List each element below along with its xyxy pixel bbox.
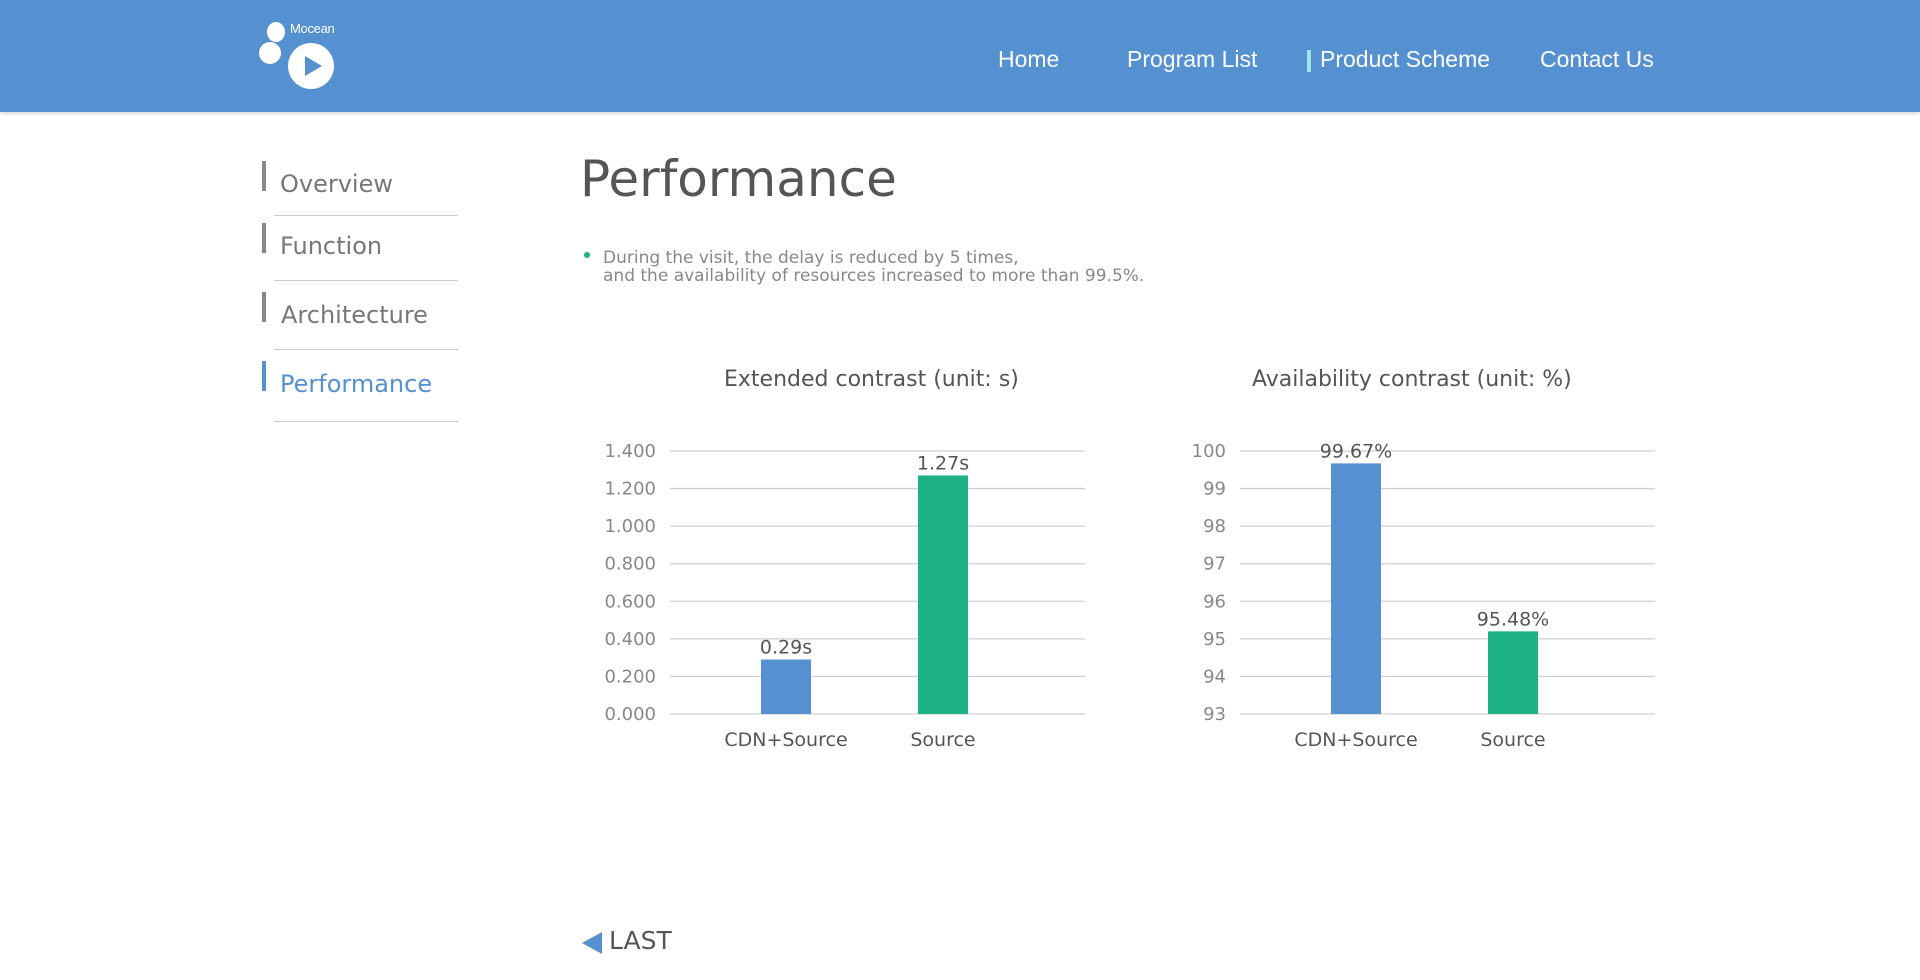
bar [761, 659, 811, 714]
nav-program-list[interactable]: Program List [1127, 46, 1257, 73]
chart-2-title: Availability contrast (unit: %) [1252, 367, 1572, 392]
y-tick-label: 94 [1203, 666, 1226, 687]
y-tick-label: 98 [1203, 516, 1226, 537]
y-tick-label: 0.400 [604, 629, 656, 650]
sidebar-divider [274, 349, 458, 350]
sidebar-item-marker [262, 161, 266, 191]
last-page-label: LAST [609, 926, 672, 955]
y-tick-label: 0.000 [604, 704, 656, 725]
sidebar-item-overview[interactable]: Overview [262, 160, 462, 230]
y-tick-label: 97 [1203, 554, 1226, 575]
y-tick-label: 96 [1203, 591, 1226, 612]
y-tick-label: 95 [1203, 629, 1226, 650]
sidebar-item-performance[interactable]: Performance [262, 361, 462, 431]
y-tick-label: 93 [1203, 704, 1226, 725]
bar [1331, 463, 1381, 714]
y-tick-label: 100 [1192, 441, 1226, 462]
sidebar-item-marker [262, 223, 266, 253]
x-tick-label: Source [1480, 729, 1545, 751]
data-label: 95.48% [1477, 608, 1549, 630]
y-tick-label: 1.000 [604, 516, 656, 537]
sidebar-item-architecture[interactable]: Architecture [262, 292, 462, 362]
sidebar-item-function[interactable]: Function [262, 222, 462, 292]
y-tick-label: 1.400 [604, 441, 656, 462]
description-line-1: During the visit, the delay is reduced b… [603, 248, 1019, 268]
chart-1-title: Extended contrast (unit: s) [724, 367, 1019, 392]
nav-contact-us[interactable]: Contact Us [1540, 46, 1654, 73]
x-tick-label: Source [910, 729, 975, 751]
chart-2: 93 94 95 96 97 98 99 100 99.67% CDN+Source 95.48% S… [1192, 440, 1655, 751]
sidebar-divider [274, 421, 458, 422]
sidebar-item-label: Overview [280, 170, 393, 198]
x-tick-label: CDN+Source [724, 729, 847, 751]
nav-product-scheme[interactable]: Product Scheme [1320, 46, 1490, 73]
bullet-dot [584, 252, 590, 258]
description-line-2: and the availability of resources increa… [603, 266, 1145, 286]
data-label: 0.29s [760, 637, 812, 659]
header: Mocean Home Program List Product Scheme … [0, 0, 1920, 112]
page-title: Performance [580, 150, 897, 208]
nav-home[interactable]: Home [998, 46, 1059, 73]
y-tick-label: 0.800 [604, 554, 656, 575]
bar [1488, 631, 1538, 714]
y-tick-label: 99 [1203, 479, 1226, 500]
sidebar-item-label: Architecture [281, 301, 428, 329]
bar [918, 475, 968, 714]
arrow-left-icon [582, 932, 602, 954]
sidebar-divider [274, 280, 458, 281]
main-nav: Home Program List Product Scheme Contact… [0, 0, 1920, 112]
sidebar-item-marker [262, 292, 266, 322]
sidebar-item-label: Function [280, 232, 383, 260]
x-tick-label: CDN+Source [1294, 729, 1417, 751]
y-tick-label: 1.200 [604, 479, 656, 500]
sidebar-item-marker-active [262, 361, 266, 391]
data-label: 99.67% [1320, 440, 1392, 462]
chart-1: 0.000 0.200 0.400 0.600 0.800 1.000 1.200 1.400… [604, 441, 1085, 751]
y-tick-label: 0.600 [604, 591, 656, 612]
sidebar-divider [274, 215, 458, 216]
last-page-button[interactable]: LAST [582, 926, 682, 958]
sidebar-item-label: Performance [280, 370, 433, 398]
data-label: 1.27s [917, 452, 969, 474]
y-tick-label: 0.200 [604, 666, 656, 687]
nav-active-marker [1307, 50, 1311, 72]
